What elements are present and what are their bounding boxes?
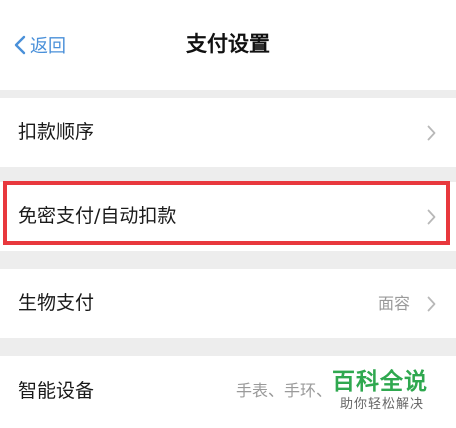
chevron-right-icon [427,209,436,229]
biometric-payment-row[interactable]: 生物支付 面容 [0,269,456,338]
deduction-order-label: 扣款顺序 [18,121,95,143]
smart-device-label: 智能设备 [18,380,95,402]
watermark-title: 百科全说 [332,369,428,395]
chevron-right-icon [427,296,436,316]
smart-device-value: 手表、手环、 [235,381,332,400]
password-free-payment-label: 免密支付/自动扣款 [18,205,177,227]
deduction-order-row[interactable]: 扣款顺序 [0,98,456,167]
password-free-payment-row[interactable]: 免密支付/自动扣款 [0,182,456,251]
watermark-subtitle: 助你轻松解决 [340,397,425,412]
biometric-payment-label: 生物支付 [18,292,95,314]
page-title: 支付设置 [186,32,270,56]
watermark-logo: 百科全说 助你轻松解决 [326,364,456,416]
biometric-payment-value: 面容 [377,294,410,313]
navigation-bar: 返回 支付设置 [0,0,456,90]
chevron-right-icon [427,125,436,145]
